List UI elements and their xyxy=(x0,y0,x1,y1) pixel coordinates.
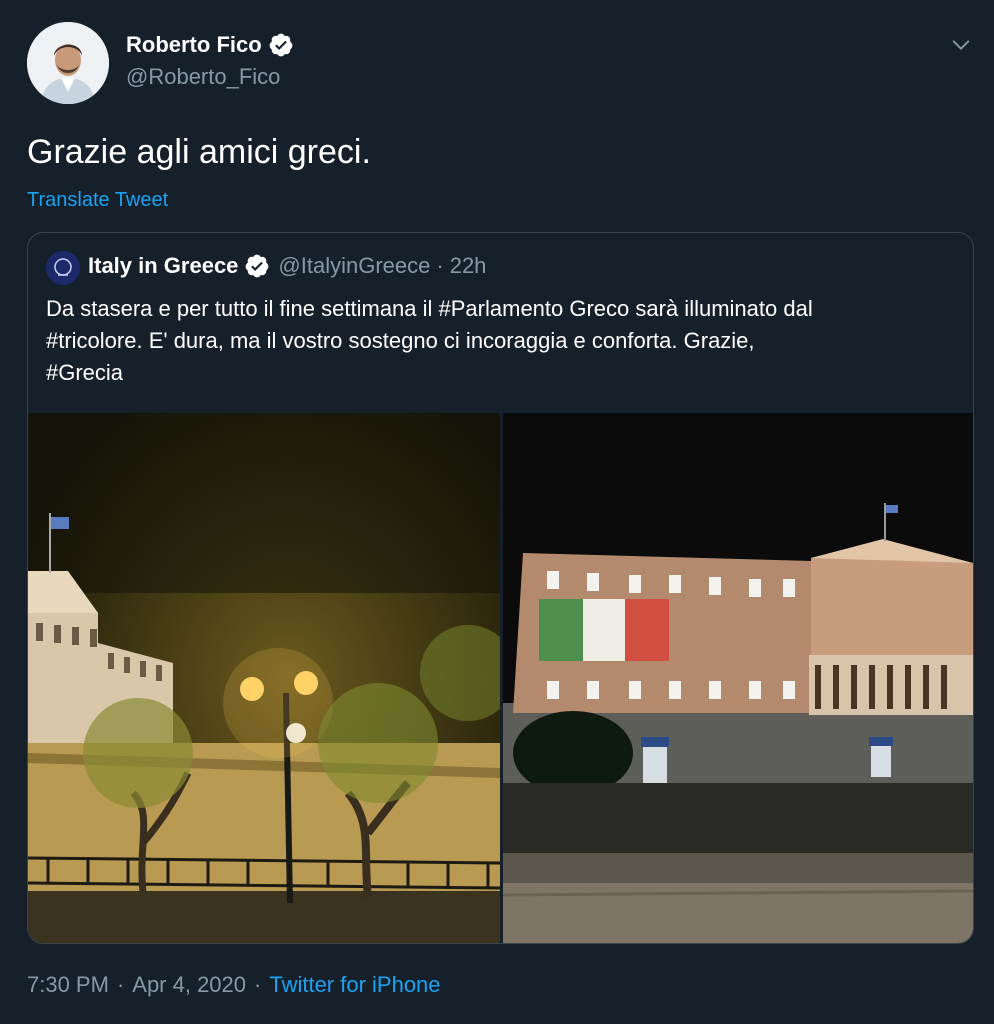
meta-separator: · xyxy=(116,972,125,997)
quoted-text-line: #Grecia xyxy=(46,360,124,385)
photo-parliament-street-view[interactable] xyxy=(28,413,500,943)
chevron-down-icon[interactable] xyxy=(950,34,972,56)
author-avatar[interactable] xyxy=(27,22,109,104)
quoted-timestamp[interactable]: 22h xyxy=(450,253,487,279)
parliament-street-photo xyxy=(28,413,500,943)
translate-tweet-link[interactable]: Translate Tweet xyxy=(27,189,168,212)
quoted-header: Italy in Greece @ItalyinGreece · 22h xyxy=(88,253,486,279)
photo-parliament-tricolore[interactable] xyxy=(503,413,973,943)
parliament-tricolore-photo xyxy=(503,413,973,943)
tweet-metadata: 7:30 PM · Apr 4, 2020 · Twitter for iPho… xyxy=(27,972,441,998)
quoted-text-line: #tricolore. E' dura, ma il vostro sosteg… xyxy=(46,328,755,353)
quoted-handle[interactable]: @ItalyinGreece xyxy=(278,253,430,279)
tweet: Roberto Fico @Roberto_Fico Grazie agli a… xyxy=(0,0,994,1024)
verified-badge-icon xyxy=(269,33,293,57)
tweet-time[interactable]: 7:30 PM xyxy=(27,972,109,998)
quoted-media xyxy=(28,413,973,943)
tweet-date[interactable]: Apr 4, 2020 xyxy=(132,972,246,998)
author-display-name[interactable]: Roberto Fico xyxy=(126,32,262,58)
tweet-text: Grazie agli amici greci. xyxy=(27,133,371,171)
author-avatar-image xyxy=(27,22,109,104)
author-name-row[interactable]: Roberto Fico xyxy=(126,32,294,58)
quoted-avatar-emblem xyxy=(46,251,80,285)
verified-badge-icon xyxy=(246,254,269,278)
quoted-text: Da stasera e per tutto il fine settimana… xyxy=(46,293,961,389)
quoted-separator: · xyxy=(436,253,444,278)
quoted-display-name[interactable]: Italy in Greece xyxy=(88,253,238,279)
meta-separator: · xyxy=(254,972,262,997)
tweet-source-link[interactable]: Twitter for iPhone xyxy=(269,972,440,998)
quoted-avatar xyxy=(46,251,80,285)
author-handle[interactable]: @Roberto_Fico xyxy=(126,64,280,90)
quoted-text-line: Da stasera e per tutto il fine settimana… xyxy=(46,296,813,321)
quoted-tweet[interactable]: Italy in Greece @ItalyinGreece · 22h Da … xyxy=(27,232,974,944)
